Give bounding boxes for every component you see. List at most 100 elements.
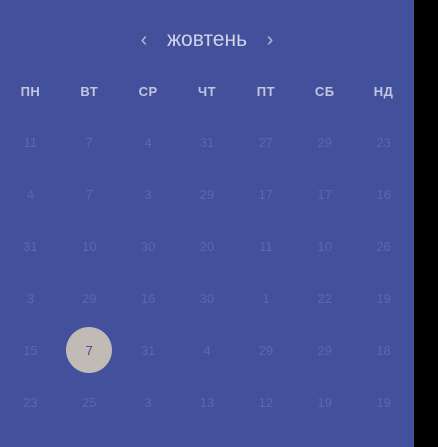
day-cell[interactable]: 3 bbox=[119, 168, 178, 220]
weekday-header-row: ПН ВТ СР ЧТ ПТ СБ НД bbox=[1, 80, 413, 104]
prev-month-button[interactable]: ‹ bbox=[131, 24, 157, 56]
day-number: 13 bbox=[199, 394, 215, 410]
day-cell[interactable]: 3 bbox=[1, 272, 60, 324]
day-number: 17 bbox=[317, 186, 332, 202]
day-cell[interactable]: 30 bbox=[119, 220, 178, 272]
day-cell[interactable]: 26 bbox=[354, 220, 413, 272]
day-cell[interactable]: 25 bbox=[60, 376, 119, 428]
weekday-mon: ПН bbox=[20, 84, 41, 99]
day-number: 4 bbox=[26, 186, 35, 202]
day-cell[interactable]: 31 bbox=[1, 220, 60, 272]
day-number: 3 bbox=[26, 290, 35, 306]
day-cell[interactable]: 3 bbox=[119, 376, 178, 428]
day-cell[interactable]: 29 bbox=[295, 116, 354, 168]
day-number: 31 bbox=[23, 238, 38, 254]
weekday-sat: СБ bbox=[314, 84, 335, 99]
day-cell[interactable]: 27 bbox=[236, 116, 295, 168]
weekday-sun: НД bbox=[373, 84, 394, 99]
day-cell[interactable]: 23 bbox=[354, 116, 413, 168]
day-cell[interactable]: 17 bbox=[236, 168, 295, 220]
day-cell[interactable]: 19 bbox=[354, 272, 413, 324]
day-cell[interactable]: 31 bbox=[119, 324, 178, 376]
day-number: 29 bbox=[317, 134, 332, 150]
week-row: 11 7 4 31 27 29 23 bbox=[1, 116, 413, 168]
day-number: 10 bbox=[82, 238, 97, 254]
day-number: 23 bbox=[23, 394, 38, 410]
day-cell[interactable]: 29 bbox=[60, 272, 119, 324]
day-cell[interactable]: 10 bbox=[295, 220, 354, 272]
day-cell[interactable]: 29 bbox=[295, 324, 354, 376]
day-number: 31 bbox=[199, 134, 215, 150]
day-cell[interactable]: 30 bbox=[178, 272, 237, 324]
week-row: 15 7 31 4 29 29 18 bbox=[1, 324, 413, 376]
day-number: 19 bbox=[317, 394, 332, 410]
day-cell[interactable]: 31 bbox=[178, 116, 237, 168]
day-cell[interactable]: 18 bbox=[354, 324, 413, 376]
next-month-button[interactable]: › bbox=[257, 24, 283, 56]
week-row: 3 29 16 30 1 22 19 bbox=[1, 272, 413, 324]
day-cell-selected[interactable]: 7 bbox=[60, 324, 119, 376]
day-number: 19 bbox=[376, 290, 391, 306]
day-number: 4 bbox=[203, 342, 211, 358]
day-cell[interactable]: 7 bbox=[60, 116, 119, 168]
day-cell[interactable]: 11 bbox=[1, 116, 60, 168]
day-cell[interactable]: 4 bbox=[1, 168, 60, 220]
day-number: 19 bbox=[376, 394, 391, 410]
day-number: 11 bbox=[23, 134, 38, 150]
day-cell[interactable]: 11 bbox=[236, 220, 295, 272]
day-cell[interactable]: 16 bbox=[354, 168, 413, 220]
day-cell[interactable]: 20 bbox=[178, 220, 237, 272]
calendar-panel: ‹ жовтень › ПН ВТ СР ЧТ ПТ СБ НД 11 7 4 31 2… bbox=[0, 0, 414, 447]
day-number: 22 bbox=[317, 290, 332, 306]
day-number: 27 bbox=[258, 134, 274, 150]
day-cell[interactable]: 29 bbox=[178, 168, 237, 220]
weekday-thu: ЧТ bbox=[197, 84, 217, 99]
day-number: 3 bbox=[144, 186, 152, 202]
day-number: 1 bbox=[262, 290, 270, 306]
day-cell[interactable]: 12 bbox=[236, 376, 295, 428]
weekday-fri: ПТ bbox=[256, 84, 276, 99]
day-number: 30 bbox=[140, 238, 156, 254]
day-cell[interactable]: 4 bbox=[119, 116, 178, 168]
day-number: 11 bbox=[259, 238, 273, 254]
day-number: 16 bbox=[140, 290, 156, 306]
day-cell[interactable]: 13 bbox=[178, 376, 237, 428]
day-cell[interactable]: 7 bbox=[60, 168, 119, 220]
day-cell[interactable]: 19 bbox=[295, 376, 354, 428]
day-number: 20 bbox=[199, 238, 215, 254]
day-number: 12 bbox=[258, 394, 274, 410]
day-cell[interactable]: 17 bbox=[295, 168, 354, 220]
day-cell[interactable]: 16 bbox=[119, 272, 178, 324]
day-cell[interactable]: 23 bbox=[1, 376, 60, 428]
day-cell[interactable]: 15 bbox=[1, 324, 60, 376]
day-number: 25 bbox=[82, 394, 97, 410]
day-number: 18 bbox=[376, 342, 391, 358]
day-number: 7 bbox=[85, 342, 93, 358]
day-number: 29 bbox=[82, 290, 97, 306]
day-number: 4 bbox=[144, 134, 152, 150]
day-cell[interactable]: 19 bbox=[354, 376, 413, 428]
day-number: 7 bbox=[85, 134, 93, 150]
week-row: 4 7 3 29 17 17 16 bbox=[1, 168, 413, 220]
day-cell[interactable]: 10 bbox=[60, 220, 119, 272]
day-number: 31 bbox=[140, 342, 156, 358]
day-number: 16 bbox=[376, 186, 391, 202]
day-number: 29 bbox=[199, 186, 215, 202]
weekday-wed: СР bbox=[138, 84, 158, 99]
week-row: 23 25 3 13 12 19 19 bbox=[1, 376, 413, 428]
day-cell[interactable]: 22 bbox=[295, 272, 354, 324]
day-number: 26 bbox=[376, 238, 391, 254]
day-cell[interactable]: 1 bbox=[236, 272, 295, 324]
day-number: 15 bbox=[23, 342, 38, 358]
day-cell[interactable]: 29 bbox=[236, 324, 295, 376]
weekday-tue: ВТ bbox=[80, 84, 99, 99]
day-cell[interactable]: 4 bbox=[178, 324, 237, 376]
day-grid: 11 7 4 31 27 29 23 4 7 3 29 17 17 16 31 10 30 20 11 10 26 3 29… bbox=[1, 116, 413, 428]
day-number: 7 bbox=[85, 186, 93, 202]
day-number: 29 bbox=[258, 342, 274, 358]
day-number: 29 bbox=[317, 342, 332, 358]
week-row: 31 10 30 20 11 10 26 bbox=[1, 220, 413, 272]
month-title: жовтень bbox=[166, 28, 248, 51]
month-header: ‹ жовтень › bbox=[0, 24, 414, 56]
day-number: 23 bbox=[376, 134, 391, 150]
